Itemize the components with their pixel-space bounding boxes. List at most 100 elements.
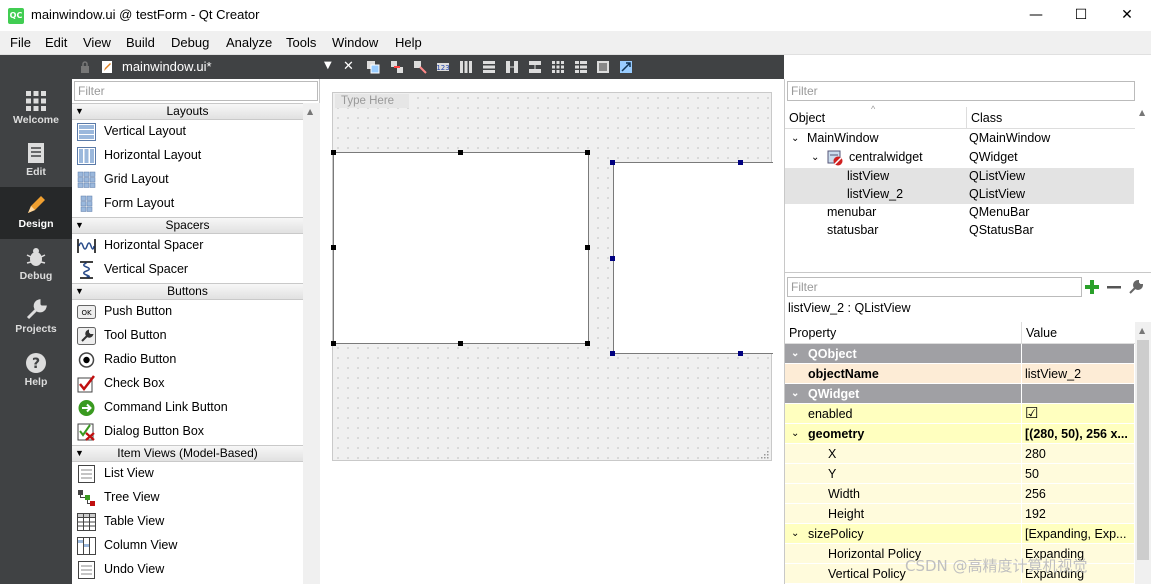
- widget-item-tree-view[interactable]: Tree View: [76, 486, 302, 510]
- expand-arrow-icon[interactable]: ⌄: [791, 133, 799, 144]
- configure-wrench-icon[interactable]: [1128, 279, 1144, 295]
- list-view-2-widget[interactable]: [613, 162, 773, 354]
- property-value[interactable]: listView_2: [1023, 364, 1134, 384]
- scroll-up-icon[interactable]: ▲: [1139, 108, 1145, 117]
- widget-item-list-view[interactable]: List View: [76, 462, 302, 486]
- edit-signals-slots-icon[interactable]: [390, 60, 404, 74]
- category-buttons[interactable]: ▼ Buttons: [72, 283, 303, 300]
- widget-item-command-link-button[interactable]: Command Link Button: [76, 396, 302, 420]
- layout-form-icon[interactable]: [574, 60, 588, 74]
- menu-tools[interactable]: Tools: [286, 35, 316, 50]
- selection-handle[interactable]: [738, 351, 743, 356]
- menu-window[interactable]: Window: [332, 35, 378, 50]
- widget-item-table-view[interactable]: Table View: [76, 510, 302, 534]
- close-button[interactable]: ✕: [1104, 0, 1150, 31]
- adjust-size-icon[interactable]: [619, 60, 633, 74]
- widget-item-column-view[interactable]: Column View: [76, 534, 302, 558]
- object-row[interactable]: ⌄ centralwidget QWidget: [785, 149, 1134, 167]
- property-row-height[interactable]: Height 192: [785, 504, 1134, 524]
- column-header-class[interactable]: Class: [967, 107, 1135, 129]
- widget-item-form-layout[interactable]: Form Layout: [76, 192, 302, 216]
- scroll-up-icon[interactable]: ▲: [307, 107, 313, 116]
- object-row[interactable]: menubar QMenuBar: [785, 204, 1134, 222]
- document-tab[interactable]: mainwindow.ui*: [122, 59, 212, 74]
- expand-arrow-icon[interactable]: ⌄: [811, 152, 819, 163]
- resize-grip-icon[interactable]: [759, 449, 769, 459]
- widget-item-grid-layout[interactable]: Grid Layout: [76, 168, 302, 192]
- selection-handle[interactable]: [585, 341, 590, 346]
- layout-horizontal-icon[interactable]: [459, 60, 473, 74]
- property-group-qwidget[interactable]: ⌄ QWidget: [785, 384, 1134, 404]
- property-value[interactable]: 50: [1023, 464, 1134, 484]
- property-row-geometry[interactable]: ⌄ geometry [(280, 50), 256 x...: [785, 424, 1134, 444]
- property-row-objectname[interactable]: objectName listView_2: [785, 364, 1134, 384]
- selection-handle[interactable]: [610, 256, 615, 261]
- widget-box-scrollbar[interactable]: ▲: [303, 103, 320, 584]
- selection-handle[interactable]: [331, 150, 336, 155]
- edit-tab-order-icon[interactable]: 123: [436, 60, 450, 74]
- property-group-qobject[interactable]: ⌄ QObject: [785, 344, 1134, 364]
- selection-handle[interactable]: [585, 150, 590, 155]
- mode-projects[interactable]: Projects: [0, 292, 72, 344]
- layout-vertical-icon[interactable]: [482, 60, 496, 74]
- widget-item-vertical-layout[interactable]: Vertical Layout: [76, 120, 302, 144]
- category-item-views[interactable]: ▼ Item Views (Model-Based): [72, 445, 303, 462]
- menu-edit[interactable]: Edit: [45, 35, 67, 50]
- object-row[interactable]: statusbar QStatusBar: [785, 222, 1134, 240]
- widget-item-undo-view[interactable]: Undo View: [76, 558, 302, 582]
- column-header-property[interactable]: Property: [785, 322, 1022, 344]
- property-editor-scrollbar[interactable]: ▲: [1135, 322, 1151, 584]
- minimize-button[interactable]: —: [1013, 0, 1059, 31]
- layout-grid-icon[interactable]: [551, 60, 565, 74]
- property-value[interactable]: 192: [1023, 504, 1134, 524]
- property-value[interactable]: 280: [1023, 444, 1134, 464]
- widget-item-horizontal-spacer[interactable]: Horizontal Spacer: [76, 234, 302, 258]
- category-spacers[interactable]: ▼ Spacers: [72, 217, 303, 234]
- menu-build[interactable]: Build: [126, 35, 155, 50]
- widget-filter-input[interactable]: Filter: [74, 81, 318, 101]
- category-layouts[interactable]: ▼ Layouts: [72, 103, 303, 120]
- enabled-checkbox[interactable]: ☑: [1023, 404, 1134, 424]
- object-row-selected[interactable]: listView QListView: [785, 168, 1134, 186]
- selection-handle[interactable]: [738, 160, 743, 165]
- edit-widgets-icon[interactable]: [366, 60, 380, 74]
- property-filter-input[interactable]: Filter: [787, 277, 1082, 297]
- widget-item-radio-button[interactable]: Radio Button: [76, 348, 302, 372]
- scroll-up-icon[interactable]: ▲: [1139, 326, 1145, 335]
- menu-analyze[interactable]: Analyze: [226, 35, 272, 50]
- add-dynamic-property-icon[interactable]: [1084, 279, 1100, 295]
- menu-file[interactable]: File: [10, 35, 31, 50]
- document-dropdown-icon[interactable]: ▼: [324, 60, 332, 71]
- property-value[interactable]: [Expanding, Exp...: [1023, 524, 1134, 544]
- menu-debug[interactable]: Debug: [171, 35, 209, 50]
- layout-horizontal-splitter-icon[interactable]: [505, 60, 519, 74]
- close-document-button[interactable]: ✕: [343, 59, 354, 74]
- column-header-object[interactable]: Object ^: [785, 104, 967, 129]
- main-window-form[interactable]: Type Here: [331, 92, 773, 461]
- widget-item-dialog-button-box[interactable]: Dialog Button Box: [76, 420, 302, 444]
- property-row-y[interactable]: Y 50: [785, 464, 1134, 484]
- column-header-value[interactable]: Value: [1022, 322, 1135, 344]
- remove-dynamic-property-icon[interactable]: [1106, 279, 1122, 295]
- menu-view[interactable]: View: [83, 35, 111, 50]
- layout-vertical-splitter-icon[interactable]: [528, 60, 542, 74]
- mode-welcome[interactable]: Welcome: [0, 83, 72, 135]
- property-value[interactable]: [(280, 50), 256 x...: [1023, 424, 1134, 444]
- maximize-button[interactable]: ☐: [1058, 0, 1104, 31]
- property-row-sizepolicy[interactable]: ⌄ sizePolicy [Expanding, Exp...: [785, 524, 1134, 544]
- selection-handle[interactable]: [331, 245, 336, 250]
- selection-handle[interactable]: [610, 351, 615, 356]
- menu-type-here[interactable]: Type Here: [335, 94, 409, 108]
- widget-item-push-button[interactable]: OK Push Button: [76, 300, 302, 324]
- menu-help[interactable]: Help: [395, 35, 422, 50]
- object-inspector-scrollbar[interactable]: ▲: [1135, 104, 1151, 269]
- scrollbar-thumb[interactable]: [1137, 340, 1149, 560]
- selection-handle[interactable]: [585, 245, 590, 250]
- selection-handle[interactable]: [458, 150, 463, 155]
- mode-debug[interactable]: Debug: [0, 239, 72, 291]
- property-row-enabled[interactable]: enabled ☑: [785, 404, 1134, 424]
- break-layout-icon[interactable]: [596, 60, 610, 74]
- mode-design[interactable]: Design: [0, 187, 72, 239]
- selection-handle[interactable]: [458, 341, 463, 346]
- property-row-width[interactable]: Width 256: [785, 484, 1134, 504]
